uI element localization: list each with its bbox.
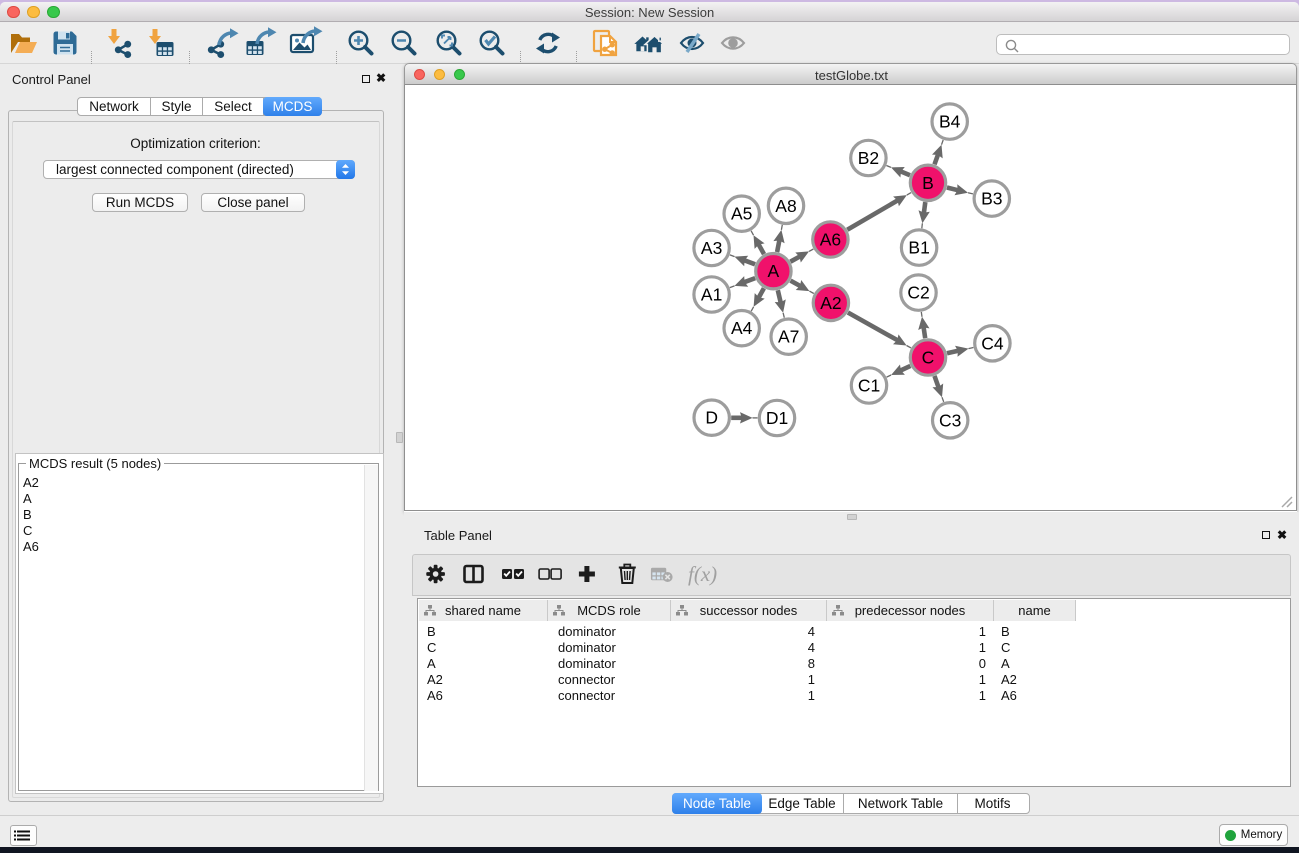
svg-text:A8: A8 <box>775 196 796 216</box>
svg-text:f(x): f(x) <box>688 562 717 586</box>
svg-text:C3: C3 <box>939 410 961 430</box>
svg-text:C4: C4 <box>981 333 1004 353</box>
svg-text:C: C <box>922 348 935 368</box>
svg-text:D1: D1 <box>766 408 788 428</box>
svg-text:B1: B1 <box>908 238 929 258</box>
svg-text:A7: A7 <box>778 327 799 347</box>
svg-text:C2: C2 <box>907 283 929 303</box>
svg-text:C1: C1 <box>858 376 880 396</box>
svg-text:A3: A3 <box>701 238 722 258</box>
svg-text:A4: A4 <box>731 318 753 338</box>
svg-text:B3: B3 <box>981 189 1002 209</box>
svg-text:B: B <box>922 173 934 193</box>
svg-text:A: A <box>768 261 780 281</box>
svg-text:B4: B4 <box>939 112 961 132</box>
svg-text:A2: A2 <box>820 293 841 313</box>
svg-text:A1: A1 <box>701 285 722 305</box>
svg-text:B2: B2 <box>858 148 879 168</box>
svg-text:A6: A6 <box>820 230 841 250</box>
svg-text:D: D <box>705 408 718 428</box>
svg-text:A5: A5 <box>731 204 752 224</box>
